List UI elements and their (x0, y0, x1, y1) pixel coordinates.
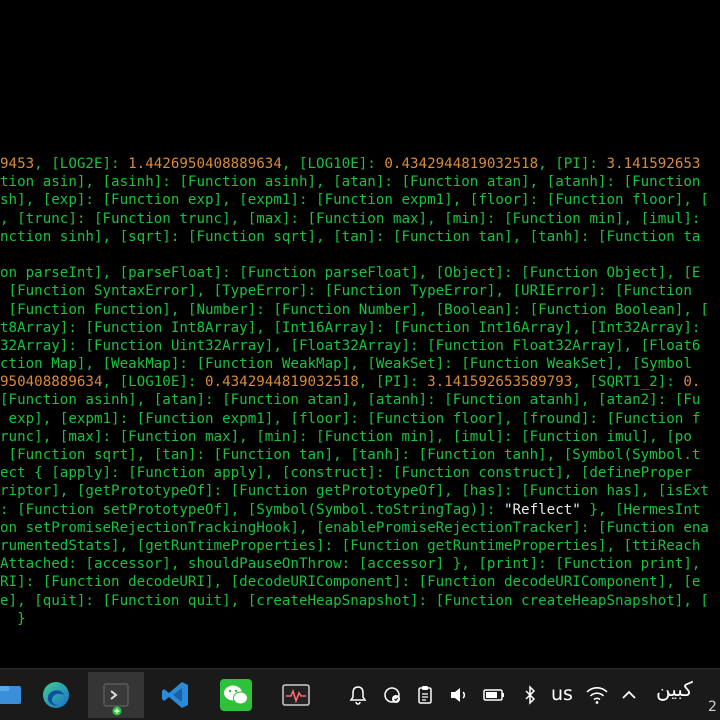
terminal-line: [Function sqrt], [tan]: [Function tan], … (0, 446, 720, 464)
terminal-text-segment: 0.4342944819032518 (205, 374, 359, 391)
terminal-line: rumentedStats], [getRuntimeProperties]: … (0, 537, 720, 555)
terminal-line: [Function asinh], [atan]: [Function atan… (0, 391, 720, 409)
terminal-text-segment: sh], [exp]: [Function exp], [expm1]: [Fu… (0, 192, 709, 209)
terminal-text-segment: Attached: [accessor], shouldPauseOnThrow… (0, 556, 701, 573)
terminal-line: on setPromiseRejectionTrackingHook], [en… (0, 519, 720, 537)
terminal-text-segment: , [trunc]: [Function trunc], [max]: [Fun… (0, 210, 701, 227)
chevron-up-icon[interactable] (617, 683, 641, 707)
clock-subtext: 2 (708, 699, 717, 715)
terminal-line: [Function SyntaxError], [TypeError]: [Fu… (0, 282, 720, 300)
terminal-text-segment: [Function SyntaxError], [TypeError]: [Fu… (0, 283, 692, 300)
terminal-line: t8Array]: [Function Int8Array], [Int16Ar… (0, 319, 720, 337)
terminal-line: nction sinh], [sqrt]: [Function sqrt], [… (0, 228, 720, 246)
terminal-text-segment: t8Array]: [Function Int8Array], [Int16Ar… (0, 319, 701, 336)
terminal-text-segment: , [LOG10E]: (102, 374, 205, 391)
clipboard-icon[interactable] (413, 683, 437, 707)
volume-icon[interactable] (447, 683, 471, 707)
terminal-text-segment: 1.4426950408889634 (128, 156, 282, 172)
terminal-text-segment: : [Function setPrototypeOf], [Symbol(Sym… (0, 501, 504, 518)
terminal-text-segment: runc], [max]: [Function max], [min]: [Fu… (0, 428, 692, 445)
wifi-icon[interactable] (585, 683, 609, 707)
terminal-line: runc], [max]: [Function max], [min]: [Fu… (0, 428, 720, 446)
terminal-line: riptor], [getPrototypeOf]: [Function get… (0, 482, 720, 500)
terminal-line: exp], [expm1]: [Function expm1], [floor]… (0, 410, 720, 428)
terminal-text-segment: on setPromiseRejectionTrackingHook], [en… (0, 519, 709, 536)
terminal-text-segment: , [PI]: (358, 374, 428, 391)
terminal-text-segment: on parseInt], [parseFloat]: [Function pa… (0, 265, 701, 282)
terminal-line: 950408889634, [LOG10E]: 0.43429448190325… (0, 373, 720, 391)
terminal-text-segment: 950408889634 (0, 374, 103, 391)
terminal-line: ect { [apply]: [Function apply], [constr… (0, 464, 720, 482)
clock-text[interactable]: کبین (656, 677, 693, 701)
terminal-text-segment: e], [quit]: [Function quit], [createHeap… (0, 592, 709, 609)
terminal-line: 32Array]: [Function Uint32Array], [Float… (0, 337, 720, 355)
wechat-icon (220, 679, 252, 711)
terminal-line: 9453, [LOG2E]: 1.4426950408889634, [LOG1… (0, 155, 720, 173)
terminal-text-segment: rumentedStats], [getRuntimeProperties]: … (0, 537, 701, 554)
edge-icon (43, 682, 69, 708)
terminal-text-segment: [Function Function], [Number]: [Function… (0, 301, 709, 318)
language-indicator[interactable]: us (551, 683, 573, 705)
activity-monitor-icon (282, 684, 310, 706)
terminal-line: } (0, 610, 720, 628)
vscode-icon (162, 682, 188, 708)
terminal-text-segment: [Function sqrt], [tan]: [Function tan], … (0, 447, 701, 463)
terminal-output: 9453, [LOG2E]: 1.4426950408889634, [LOG1… (0, 155, 720, 628)
file-explorer-icon (0, 686, 21, 704)
battery-icon[interactable] (482, 683, 506, 707)
running-badge-icon (112, 706, 122, 716)
terminal-line: ction Map], [WeakMap]: [Function WeakMap… (0, 355, 720, 373)
terminal-text-segment: , [LOG2E]: (34, 156, 129, 172)
terminal-text-segment: 3.141592653 (606, 156, 701, 172)
terminal-window[interactable]: 9453, [LOG2E]: 1.4426950408889634, [LOG1… (0, 0, 720, 668)
notification-bell-icon[interactable] (346, 683, 370, 707)
terminal-text-segment: "Reflect" (503, 501, 581, 518)
terminal-button[interactable] (88, 672, 144, 718)
terminal-text-segment: , [PI]: (538, 156, 607, 172)
vscode-button[interactable] (148, 672, 204, 718)
terminal-line: on parseInt], [parseFloat]: [Function pa… (0, 264, 720, 282)
terminal-text-segment: } (0, 610, 26, 627)
terminal-text-segment: 9453 (0, 156, 35, 172)
terminal-text-segment: [Function asinh], [atan]: [Function atan… (0, 392, 701, 409)
terminal-line: e], [quit]: [Function quit], [createHeap… (0, 592, 720, 610)
terminal-line: sh], [exp]: [Function exp], [expm1]: [Fu… (0, 191, 720, 209)
terminal-line: RI]: [Function decodeURI], [decodeURICom… (0, 573, 720, 591)
terminal-line: [Function Function], [Number]: [Function… (0, 301, 720, 319)
taskbar: us کبین 2 (0, 668, 720, 720)
terminal-text-segment: tion asin], [asinh]: [Function asinh], [… (0, 174, 701, 191)
edge-button[interactable] (28, 672, 84, 718)
activity-monitor-button[interactable] (268, 672, 324, 718)
terminal-text-segment: nction sinh], [sqrt]: [Function sqrt], [… (0, 228, 701, 245)
terminal-text-segment: RI]: [Function decodeURI], [decodeURICom… (0, 574, 701, 591)
terminal-text-segment: , [SQRT1_2]: (572, 374, 684, 391)
wechat-button[interactable] (208, 672, 264, 718)
terminal-text-segment: exp], [expm1]: [Function expm1], [floor]… (0, 410, 701, 427)
bluetooth-icon[interactable] (518, 683, 542, 707)
terminal-line: Attached: [accessor], shouldPauseOnThrow… (0, 555, 720, 573)
terminal-text-segment: ect { [apply]: [Function apply], [constr… (0, 465, 692, 482)
terminal-text-segment: riptor], [getPrototypeOf]: [Function get… (0, 483, 709, 500)
terminal-text-segment: 0. (683, 374, 701, 391)
terminal-text-segment: ction Map], [WeakMap]: [Function WeakMap… (0, 356, 692, 373)
terminal-text-segment: , [LOG10E]: (281, 156, 385, 172)
terminal-text-segment: 3.141592653589793 (427, 374, 573, 391)
terminal-text-segment: }, [HermesInt (580, 501, 701, 518)
terminal-line: : [Function setPrototypeOf], [Symbol(Sym… (0, 501, 720, 519)
terminal-text-segment: 32Array]: [Function Uint32Array], [Float… (0, 337, 701, 354)
terminal-line: , [trunc]: [Function trunc], [max]: [Fun… (0, 210, 720, 228)
sync-status-icon[interactable] (380, 683, 404, 707)
terminal-text-segment: 0.4342944819032518 (384, 156, 539, 172)
terminal-line: tion asin], [asinh]: [Function asinh], [… (0, 173, 720, 191)
